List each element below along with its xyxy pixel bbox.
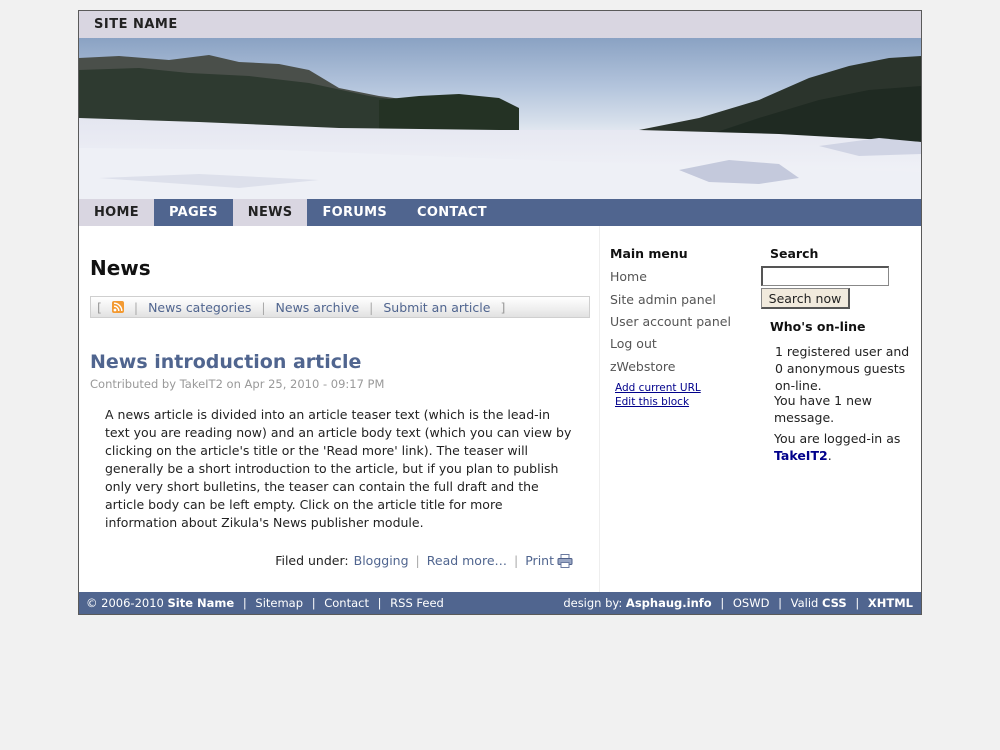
- article-teaser-text: A news article is divided into an articl…: [105, 407, 572, 530]
- news-categories-link[interactable]: News categories: [148, 300, 251, 315]
- nav-contact[interactable]: CONTACT: [402, 199, 502, 226]
- logged-in-prefix: You are logged-in as: [774, 431, 901, 446]
- article-title-link[interactable]: News introduction article: [90, 351, 361, 373]
- designer-link[interactable]: Asphaug.info: [626, 596, 712, 610]
- footer-site-name: Site Name: [167, 596, 235, 610]
- nav-pages[interactable]: PAGES: [153, 199, 233, 226]
- menu-item-log-out[interactable]: Log out: [610, 336, 657, 351]
- site-name-bar: SITE NAME: [79, 11, 921, 38]
- menu-item-home[interactable]: Home: [610, 269, 647, 284]
- logged-in-suffix: .: [827, 448, 832, 463]
- nav-forums[interactable]: FORUMS: [307, 199, 403, 226]
- design-by-label: design by:: [563, 596, 623, 610]
- valid-css-link[interactable]: CSS: [822, 596, 847, 610]
- valid-label: Valid: [790, 596, 819, 610]
- article-meta: Contributed by TakeIT2 on Apr 25, 2010 -…: [90, 377, 385, 391]
- footer-separator: |: [855, 596, 860, 610]
- contact-link[interactable]: Contact: [324, 596, 369, 610]
- footer-separator: |: [415, 553, 420, 568]
- footer-separator: |: [311, 596, 316, 610]
- footer-separator: |: [720, 596, 725, 610]
- news-toolbar: [ | News categories | News archive | Sub…: [90, 296, 590, 318]
- whos-online-title: Who's on-line: [770, 319, 866, 334]
- search-button[interactable]: Search now: [761, 288, 850, 309]
- menu-item-zwebstore[interactable]: zWebstore: [610, 359, 675, 374]
- footer-separator: |: [514, 553, 519, 568]
- search-title: Search: [770, 246, 819, 261]
- main-navigation: HOME PAGES NEWS FORUMS CONTACT: [79, 199, 921, 226]
- footer-right: design by: Asphaug.info | OSWD | Valid C…: [563, 592, 913, 614]
- online-summary: 1 registered user and 0 anonymous guests…: [775, 344, 910, 393]
- content-area: News [ | News categories | News archive …: [79, 226, 921, 592]
- news-archive-link[interactable]: News archive: [276, 300, 360, 315]
- oswd-link[interactable]: OSWD: [733, 596, 770, 610]
- filed-under-label: Filed under:: [275, 553, 349, 568]
- article-footer: Filed under: Blogging | Read more… | Pri…: [275, 553, 573, 568]
- main-column: News [ | News categories | News archive …: [79, 226, 600, 592]
- toolbar-open-bracket: [: [97, 300, 102, 315]
- nav-news[interactable]: NEWS: [232, 199, 308, 226]
- page-container: SITE NAME HOME PAGES NEWS FORUMS CONTACT…: [78, 10, 922, 615]
- category-link[interactable]: Blogging: [354, 553, 409, 568]
- submit-article-link[interactable]: Submit an article: [383, 300, 490, 315]
- toolbar-separator: |: [261, 300, 266, 315]
- add-current-url-link[interactable]: Add current URL: [615, 382, 701, 394]
- toolbar-close-bracket: ]: [500, 300, 506, 315]
- rss-feed-icon[interactable]: [111, 301, 124, 313]
- page-title: News: [90, 256, 151, 280]
- menu-item-user-account-panel[interactable]: User account panel: [610, 314, 731, 329]
- menu-item-site-admin-panel[interactable]: Site admin panel: [610, 292, 716, 307]
- toolbar-separator: |: [133, 300, 139, 315]
- header-banner-image: [79, 38, 921, 199]
- rss-feed-link[interactable]: RSS Feed: [390, 596, 444, 610]
- new-messages-text: You have 1 new message.: [774, 393, 872, 425]
- footer-left: © 2006-2010 Site Name | Sitemap | Contac…: [86, 592, 444, 614]
- snowy-lake-landscape: [79, 55, 921, 199]
- sitemap-link[interactable]: Sitemap: [255, 596, 303, 610]
- main-menu-title: Main menu: [610, 246, 688, 261]
- nav-home[interactable]: HOME: [79, 199, 154, 226]
- logged-in-text: You are logged-in as TakeIT2.: [774, 430, 909, 464]
- print-link[interactable]: Print: [525, 553, 554, 568]
- valid-xhtml-link[interactable]: XHTML: [868, 596, 913, 610]
- toolbar-separator: |: [369, 300, 374, 315]
- footer-separator: |: [377, 596, 382, 610]
- edit-block-link[interactable]: Edit this block: [615, 396, 689, 408]
- search-input[interactable]: [761, 266, 889, 286]
- site-name[interactable]: SITE NAME: [94, 17, 178, 32]
- footer-separator: |: [778, 596, 782, 610]
- page-footer: © 2006-2010 Site Name | Sitemap | Contac…: [79, 592, 921, 614]
- logged-in-username[interactable]: TakeIT2: [774, 448, 828, 463]
- printer-icon[interactable]: [557, 553, 573, 568]
- footer-separator: |: [242, 596, 247, 610]
- read-more-link[interactable]: Read more…: [427, 553, 507, 568]
- copyright-text: © 2006-2010: [86, 596, 164, 610]
